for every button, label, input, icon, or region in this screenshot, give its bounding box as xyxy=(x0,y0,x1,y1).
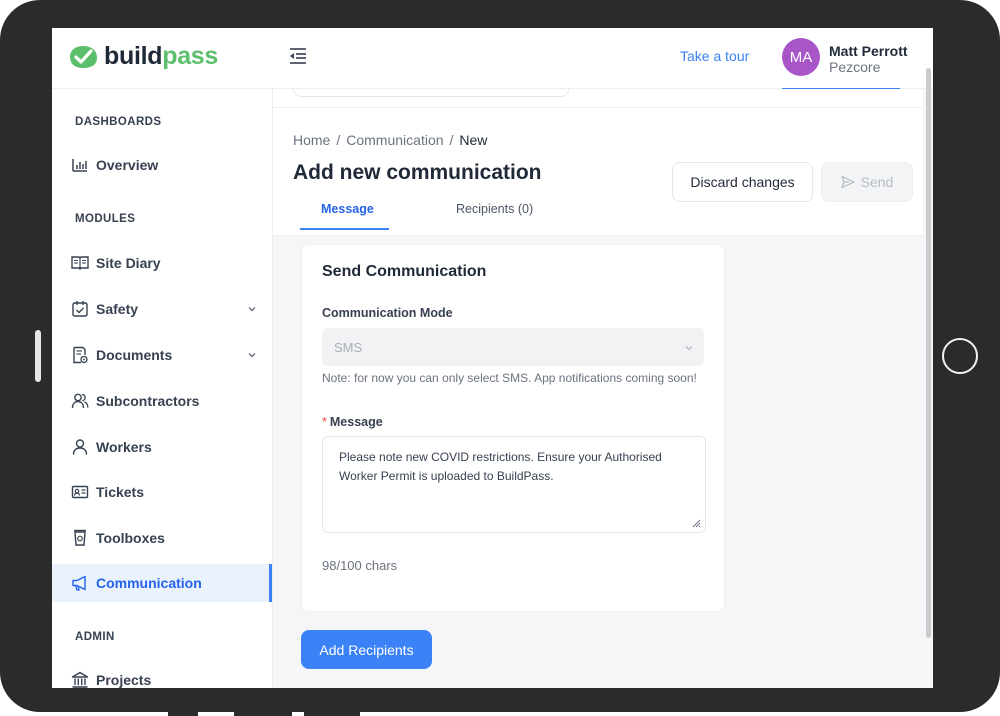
message-textarea[interactable]: Please note new COVID restrictions. Ensu… xyxy=(322,436,706,533)
divider xyxy=(273,107,923,108)
sidebar-item-label: Projects xyxy=(96,672,152,688)
sidebar-item-toolboxes[interactable]: Toolboxes xyxy=(52,519,272,557)
users-icon xyxy=(71,393,89,409)
tablet-foot xyxy=(304,708,360,716)
logo-check-icon xyxy=(70,45,97,68)
sidebar-item-documents[interactable]: Documents xyxy=(52,336,272,374)
sidebar-item-label: Safety xyxy=(96,301,139,317)
message-text: Please note new COVID restrictions. Ensu… xyxy=(339,450,662,483)
top-header: buildpass Take a tour MA Matt Perrott Pe… xyxy=(52,28,933,90)
add-recipients-button[interactable]: Add Recipients xyxy=(301,630,432,669)
active-tab-indicator xyxy=(300,228,389,230)
send-icon xyxy=(841,175,855,189)
sidebar-item-label: Communication xyxy=(96,575,202,591)
page-header: Home / Communication / New Add new communica… xyxy=(273,89,923,236)
sidebar-item-label: Toolboxes xyxy=(96,530,165,546)
sidebar-item-projects[interactable]: Projects xyxy=(52,661,272,688)
tablet-foot xyxy=(234,708,292,716)
send-communication-card: Send Communication Communication Mode SM… xyxy=(301,244,725,612)
send-button-label: Send xyxy=(860,174,894,190)
user-menu[interactable]: MA Matt Perrott Pezcore xyxy=(782,38,908,90)
document-settings-icon xyxy=(73,346,88,364)
section-label-modules: MODULES xyxy=(75,213,136,225)
breadcrumb-separator: / xyxy=(336,132,341,148)
page-scrollbar[interactable] xyxy=(926,68,931,638)
communication-mode-label: Communication Mode xyxy=(322,306,453,320)
sidebar-item-subcontractors[interactable]: Subcontractors xyxy=(52,382,272,420)
chevron-down-icon xyxy=(685,346,693,351)
sidebar-item-label: Overview xyxy=(96,157,159,173)
cup-icon xyxy=(74,529,86,546)
sidebar-item-label: Tickets xyxy=(96,484,144,500)
sidebar-item-tickets[interactable]: Tickets xyxy=(52,473,272,511)
take-a-tour-link[interactable]: Take a tour xyxy=(680,48,749,64)
user-name: Matt Perrott xyxy=(829,43,908,59)
bar-chart-icon xyxy=(72,159,87,172)
tablet-side-button[interactable] xyxy=(35,330,41,382)
avatar: MA xyxy=(782,38,820,76)
chevron-down-icon xyxy=(248,353,256,358)
bank-icon xyxy=(71,671,89,688)
logo-text-pass: pass xyxy=(162,42,219,70)
breadcrumb-separator: / xyxy=(449,132,454,148)
id-card-icon xyxy=(71,485,89,499)
tab-message[interactable]: Message xyxy=(321,202,374,216)
page-title: Add new communication xyxy=(293,161,542,184)
resize-handle-icon[interactable] xyxy=(691,518,701,528)
required-asterisk: * xyxy=(322,415,327,429)
clipped-card xyxy=(293,89,569,97)
main-content: Home / Communication / New Add new communica… xyxy=(273,89,933,688)
breadcrumb: Home / Communication / New xyxy=(293,132,487,148)
sidebar-item-label: Site Diary xyxy=(96,255,161,271)
communication-mode-select[interactable]: SMS xyxy=(322,328,704,366)
send-button[interactable]: Send xyxy=(821,162,913,202)
message-label-text: Message xyxy=(329,415,383,429)
sidebar-item-label: Workers xyxy=(96,439,152,455)
breadcrumb-current: New xyxy=(459,132,488,148)
tablet-foot xyxy=(168,708,198,716)
breadcrumb-communication-link[interactable]: Communication xyxy=(346,132,443,148)
sidebar: DASHBOARDS Overview MODULES Site Diary S… xyxy=(52,89,273,688)
app-screen: buildpass Take a tour MA Matt Perrott Pe… xyxy=(52,28,933,688)
card-title: Send Communication xyxy=(322,263,487,280)
communication-mode-value: SMS xyxy=(334,340,363,355)
menu-collapse-icon[interactable] xyxy=(288,46,308,66)
discard-changes-button[interactable]: Discard changes xyxy=(672,162,813,202)
section-label-dashboards: DASHBOARDS xyxy=(75,116,162,128)
sidebar-item-overview[interactable]: Overview xyxy=(52,146,272,184)
message-label: * Message xyxy=(322,415,383,429)
breadcrumb-home-link[interactable]: Home xyxy=(293,132,330,148)
logo-text-build: build xyxy=(104,42,163,70)
tab-recipients[interactable]: Recipients (0) xyxy=(456,202,533,216)
sidebar-item-label: Subcontractors xyxy=(96,393,200,409)
book-open-icon xyxy=(71,256,89,270)
communication-mode-note: Note: for now you can only select SMS. A… xyxy=(322,371,697,385)
sidebar-item-label: Documents xyxy=(96,347,173,363)
chevron-down-icon xyxy=(248,307,256,312)
user-icon xyxy=(72,439,88,455)
sidebar-item-site-diary[interactable]: Site Diary xyxy=(52,244,272,282)
section-label-admin: ADMIN xyxy=(75,631,115,643)
calendar-check-icon xyxy=(72,301,88,317)
buildpass-logo[interactable]: buildpass xyxy=(66,42,218,71)
sidebar-item-communication[interactable]: Communication xyxy=(52,564,272,602)
megaphone-icon xyxy=(72,575,86,591)
user-organisation: Pezcore xyxy=(829,59,881,75)
sidebar-item-safety[interactable]: Safety xyxy=(52,290,272,328)
character-counter: 98/100 chars xyxy=(322,558,398,573)
sidebar-item-workers[interactable]: Workers xyxy=(52,428,272,466)
tablet-home-button[interactable] xyxy=(942,338,978,374)
